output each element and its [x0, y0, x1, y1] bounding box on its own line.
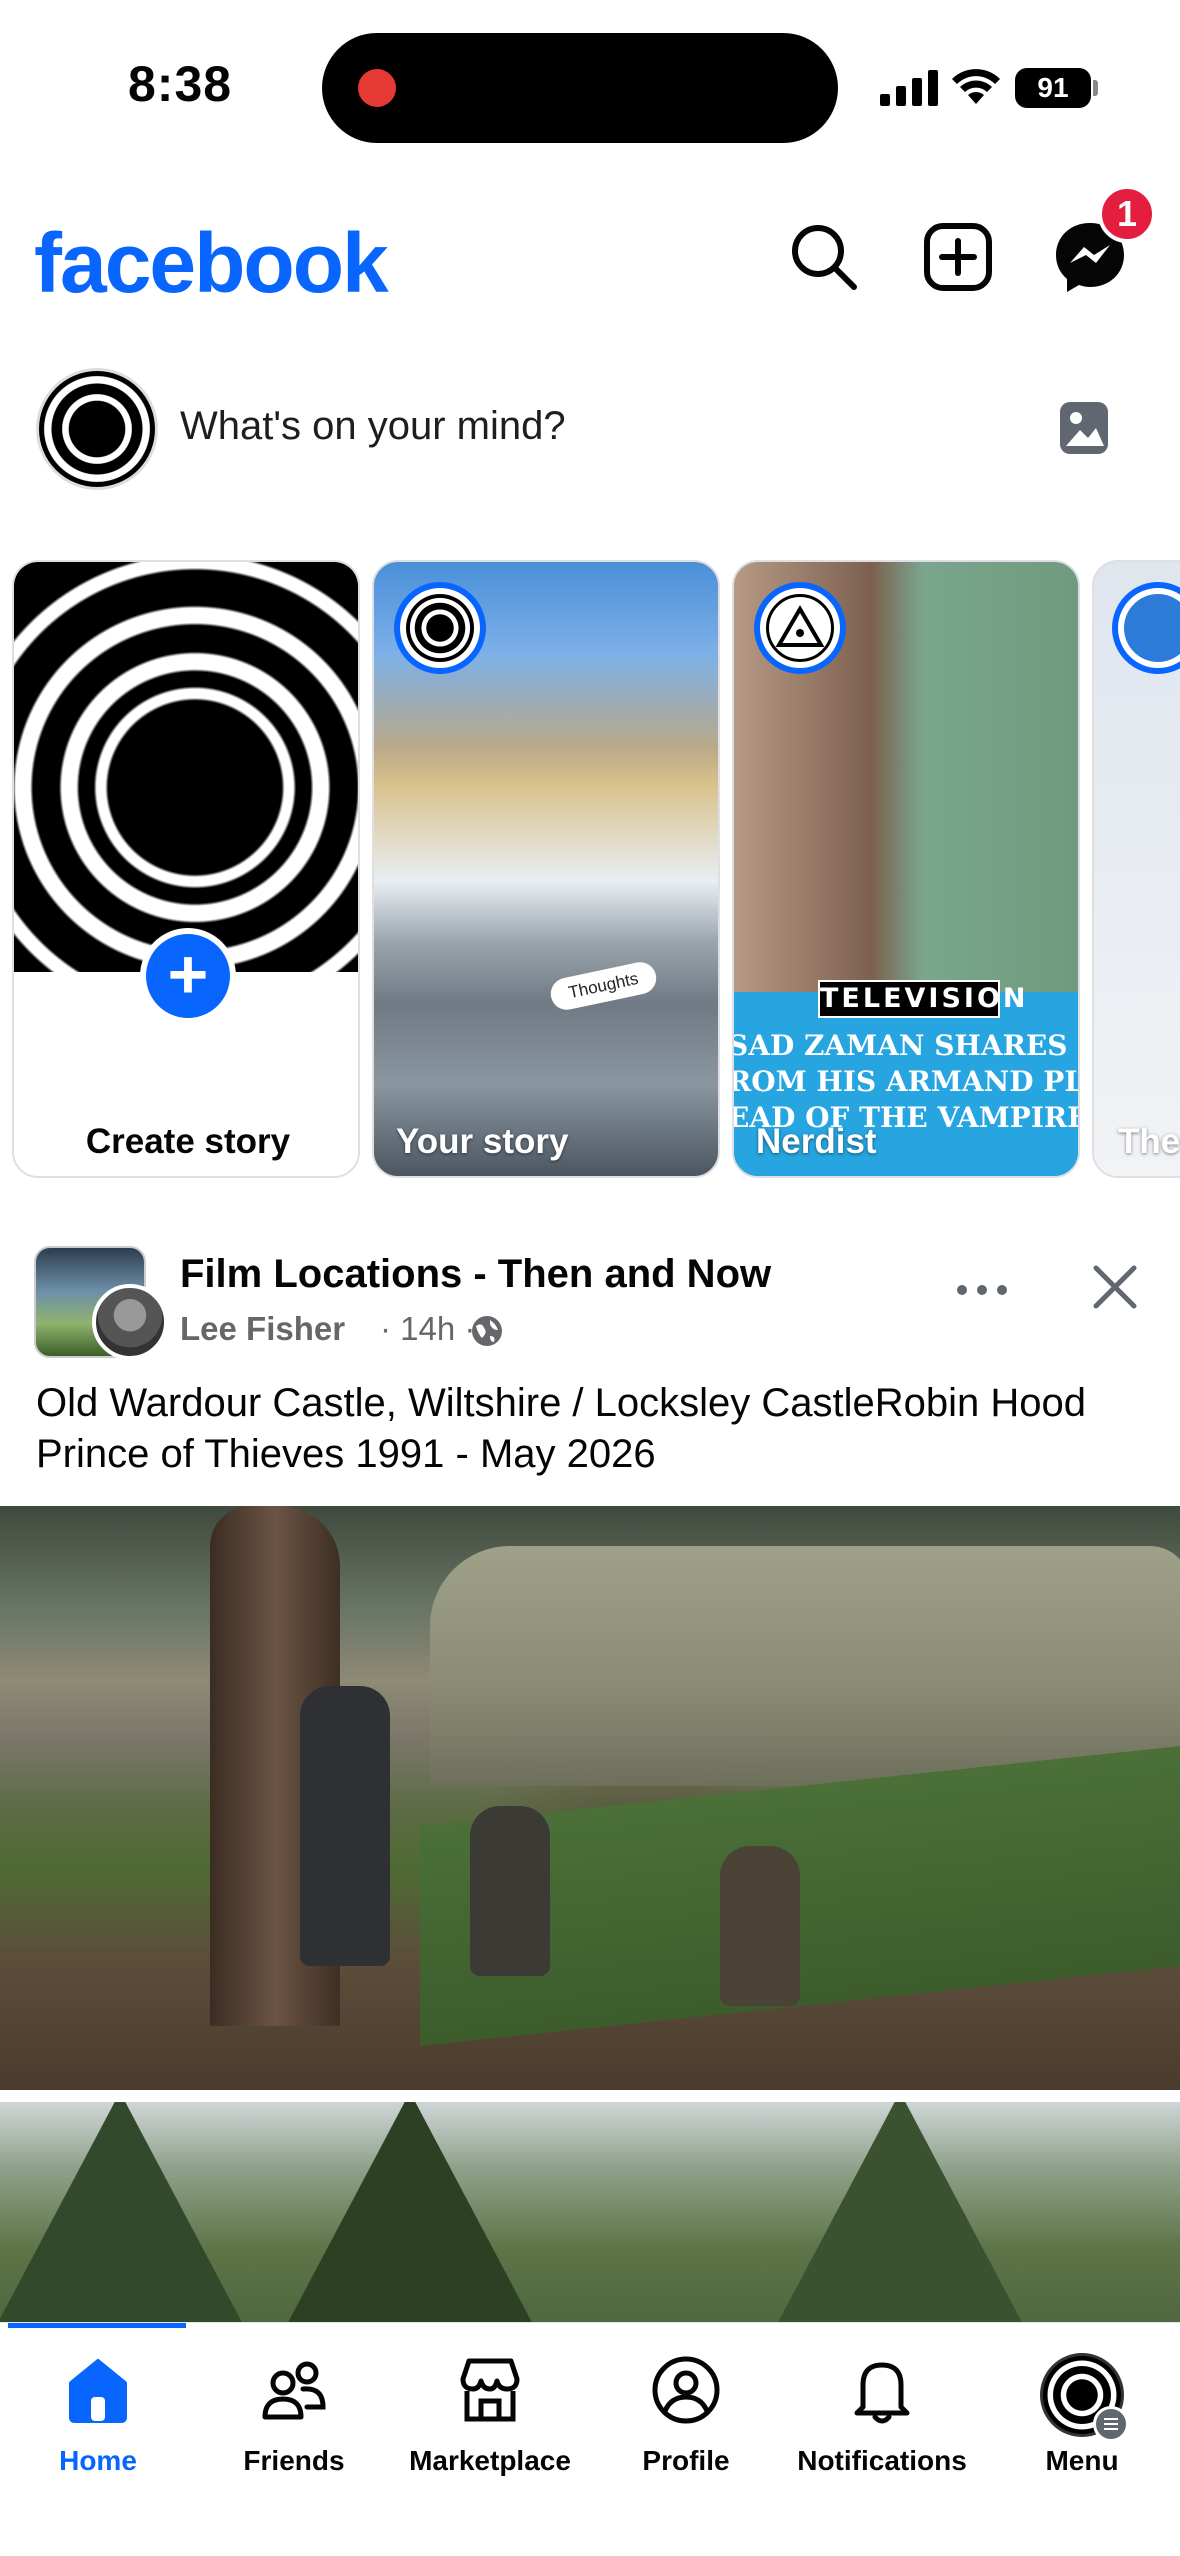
television-tag: TELEVISION — [818, 980, 1026, 1018]
post-page-name[interactable]: Film Locations - Then and Now — [180, 1252, 771, 1297]
story-avatar-ring — [754, 582, 846, 674]
nerdist-logo-icon — [766, 594, 834, 662]
marketplace-icon — [460, 2358, 520, 2422]
story-headline: SAD ZAMAN SHARES SON ROM HIS ARMAND PLAY… — [732, 1029, 1080, 1134]
more-icon — [957, 1285, 1007, 1295]
story-avatar-ring — [394, 582, 486, 674]
battery-level: 91 — [1015, 68, 1091, 108]
tab-label: Notifications — [797, 2445, 967, 2476]
avatar — [1124, 594, 1180, 662]
app-header: facebook — [0, 195, 1180, 325]
create-story-label: Create story — [85, 1122, 291, 1161]
story-card-partial[interactable]: The — [1092, 560, 1180, 1178]
tab-label: Friends — [243, 2445, 345, 2476]
post-author[interactable]: Lee Fisher — [180, 1310, 345, 1348]
stories-tray: + Create story Thoughts Your story TELEV… — [0, 560, 1180, 1180]
story-avatar-ring — [1112, 582, 1180, 674]
composer-prompt[interactable]: What's on your mind? — [180, 404, 566, 449]
battery-icon: 91 — [1015, 68, 1098, 108]
menu-avatar — [1040, 2353, 1129, 2442]
tab-label: Profile — [642, 2445, 730, 2476]
post-image-then[interactable] — [0, 1506, 1180, 2090]
wifi-icon — [952, 69, 1000, 104]
active-tab-indicator — [8, 2323, 186, 2328]
search-icon — [792, 225, 857, 290]
tab-marketplace[interactable]: Marketplace — [392, 2353, 588, 2503]
status-bar: 8:38 91 — [0, 0, 1180, 175]
create-post-button[interactable] — [918, 217, 998, 297]
create-story-image — [14, 562, 358, 972]
profile-icon — [652, 2356, 720, 2424]
menu-icon — [1093, 2406, 1129, 2442]
bottom-navigation: Home Friends Marketplace Profile Notific… — [0, 2322, 1180, 2556]
recording-indicator-icon — [358, 69, 396, 107]
avatar — [406, 594, 474, 662]
home-icon — [69, 2359, 127, 2423]
signal-icon — [880, 70, 938, 106]
tab-home[interactable]: Home — [0, 2353, 196, 2503]
tab-label: Home — [59, 2445, 137, 2476]
globe-icon — [472, 1316, 502, 1346]
author-avatar[interactable] — [92, 1284, 168, 1360]
add-story-icon[interactable]: + — [140, 928, 236, 1024]
post-text[interactable]: Old Wardour Castle, Wiltshire / Locksley… — [36, 1378, 1146, 1480]
tab-menu[interactable]: Menu — [984, 2353, 1180, 2503]
thoughts-sticker: Thoughts — [547, 959, 660, 1013]
story-card-nerdist[interactable]: TELEVISION SAD ZAMAN SHARES SON ROM HIS … — [732, 560, 1080, 1178]
photo-icon[interactable] — [1058, 398, 1110, 458]
status-time: 8:38 — [128, 56, 233, 112]
post-header: Film Locations - Then and Now Lee Fisher… — [0, 1240, 1180, 1360]
story-name: The — [1118, 1122, 1180, 1161]
avatar[interactable] — [36, 368, 158, 490]
notification-badge: 1 — [1098, 185, 1156, 243]
tab-label: Marketplace — [409, 2445, 571, 2476]
friends-icon — [262, 2361, 326, 2420]
close-icon[interactable] — [1088, 1260, 1142, 1314]
more-options-button[interactable] — [950, 1270, 1014, 1310]
story-card-your-story[interactable]: Thoughts Your story — [372, 560, 720, 1178]
tab-notifications[interactable]: Notifications — [784, 2353, 980, 2503]
story-name: Nerdist — [756, 1122, 877, 1161]
story-name: Your story — [396, 1122, 569, 1161]
create-story-card[interactable]: + Create story — [12, 560, 360, 1178]
tab-friends[interactable]: Friends — [196, 2353, 392, 2503]
facebook-logo[interactable]: facebook — [34, 215, 389, 312]
search-button[interactable] — [784, 217, 864, 297]
dynamic-island — [322, 33, 838, 143]
post-composer[interactable]: What's on your mind? — [0, 360, 1180, 500]
plus-square-icon — [924, 223, 992, 291]
tab-profile[interactable]: Profile — [588, 2353, 784, 2503]
tab-label: Menu — [1045, 2445, 1119, 2476]
bell-icon — [854, 2362, 910, 2424]
post-timestamp[interactable]: · 14h · — [380, 1310, 475, 1348]
